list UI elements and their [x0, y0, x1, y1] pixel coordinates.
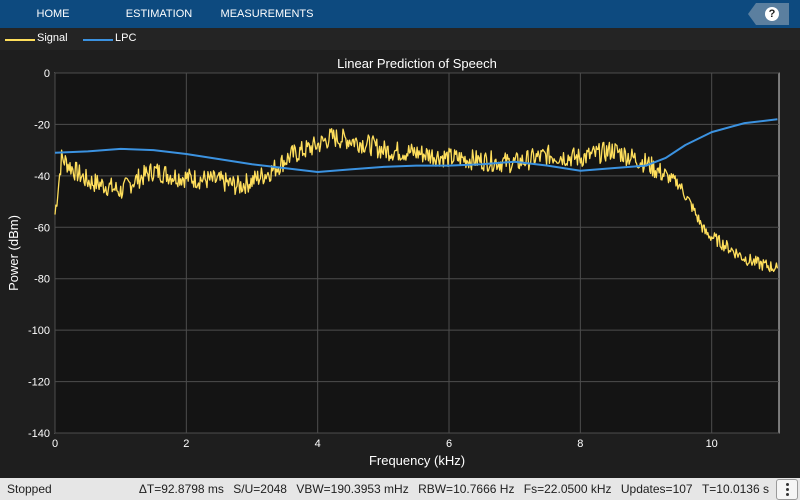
chart-title: Linear Prediction of Speech: [337, 56, 497, 71]
status-readouts: ΔT=92.8798 ms S/U=2048 VBW=190.3953 mHz …: [133, 482, 769, 496]
y-tick-label: -100: [28, 325, 50, 337]
y-tick-label: -140: [28, 428, 50, 440]
samples-per-update-readout: S/U=2048: [233, 482, 287, 496]
toolstrip: HOME ESTIMATION MEASUREMENTS ?: [0, 0, 800, 28]
y-tick-label: -80: [34, 274, 50, 286]
legend-swatch-signal: [5, 39, 35, 41]
x-tick-label: 4: [315, 438, 321, 450]
y-tick-label: -40: [34, 171, 50, 183]
rbw-readout: RBW=10.7666 Hz: [418, 482, 515, 496]
legend: Signal LPC: [0, 28, 800, 50]
y-tick-label: -60: [34, 222, 50, 234]
tab-measurements[interactable]: MEASUREMENTS: [214, 0, 320, 28]
spectrum-plot[interactable]: 0 2 4 6 8 10 0 -20 -40 -60 -80 -100 -120 -140 Linear …: [0, 50, 800, 478]
plot-area: [54, 72, 780, 434]
y-tick-label: 0: [44, 68, 50, 80]
legend-label-signal: Signal: [37, 32, 68, 44]
time-readout: T=10.0136 s: [701, 482, 769, 496]
status-menu-button[interactable]: [776, 479, 798, 500]
vbw-readout: VBW=190.3953 mHz: [296, 482, 409, 496]
status-bar: Stopped ΔT=92.8798 ms S/U=2048 VBW=190.3…: [0, 478, 800, 500]
help-button[interactable]: ?: [748, 3, 789, 25]
y-axis-label: Power (dBm): [6, 215, 21, 291]
delta-t-readout: ΔT=92.8798 ms: [138, 482, 224, 496]
tab-home[interactable]: HOME: [22, 0, 84, 28]
x-tick-label: 6: [446, 438, 452, 450]
x-axis-label: Frequency (kHz): [369, 453, 465, 468]
help-icon: ?: [765, 7, 779, 21]
x-tick-label: 8: [577, 438, 583, 450]
legend-label-lpc: LPC: [115, 32, 137, 44]
updates-readout: Updates=107: [620, 482, 693, 496]
tab-estimation[interactable]: ESTIMATION: [118, 0, 200, 28]
legend-swatch-lpc: [83, 39, 113, 41]
run-state: Stopped: [7, 482, 52, 496]
x-tick-label: 2: [183, 438, 189, 450]
legend-item-signal[interactable]: Signal: [0, 28, 75, 50]
y-tick-label: -120: [28, 377, 50, 389]
legend-item-lpc[interactable]: LPC: [80, 28, 145, 50]
sample-rate-readout: Fs=22.0500 kHz: [523, 482, 612, 496]
y-tick-label: -20: [34, 119, 50, 131]
x-tick-label: 10: [706, 438, 718, 450]
x-tick-label: 0: [52, 438, 58, 450]
